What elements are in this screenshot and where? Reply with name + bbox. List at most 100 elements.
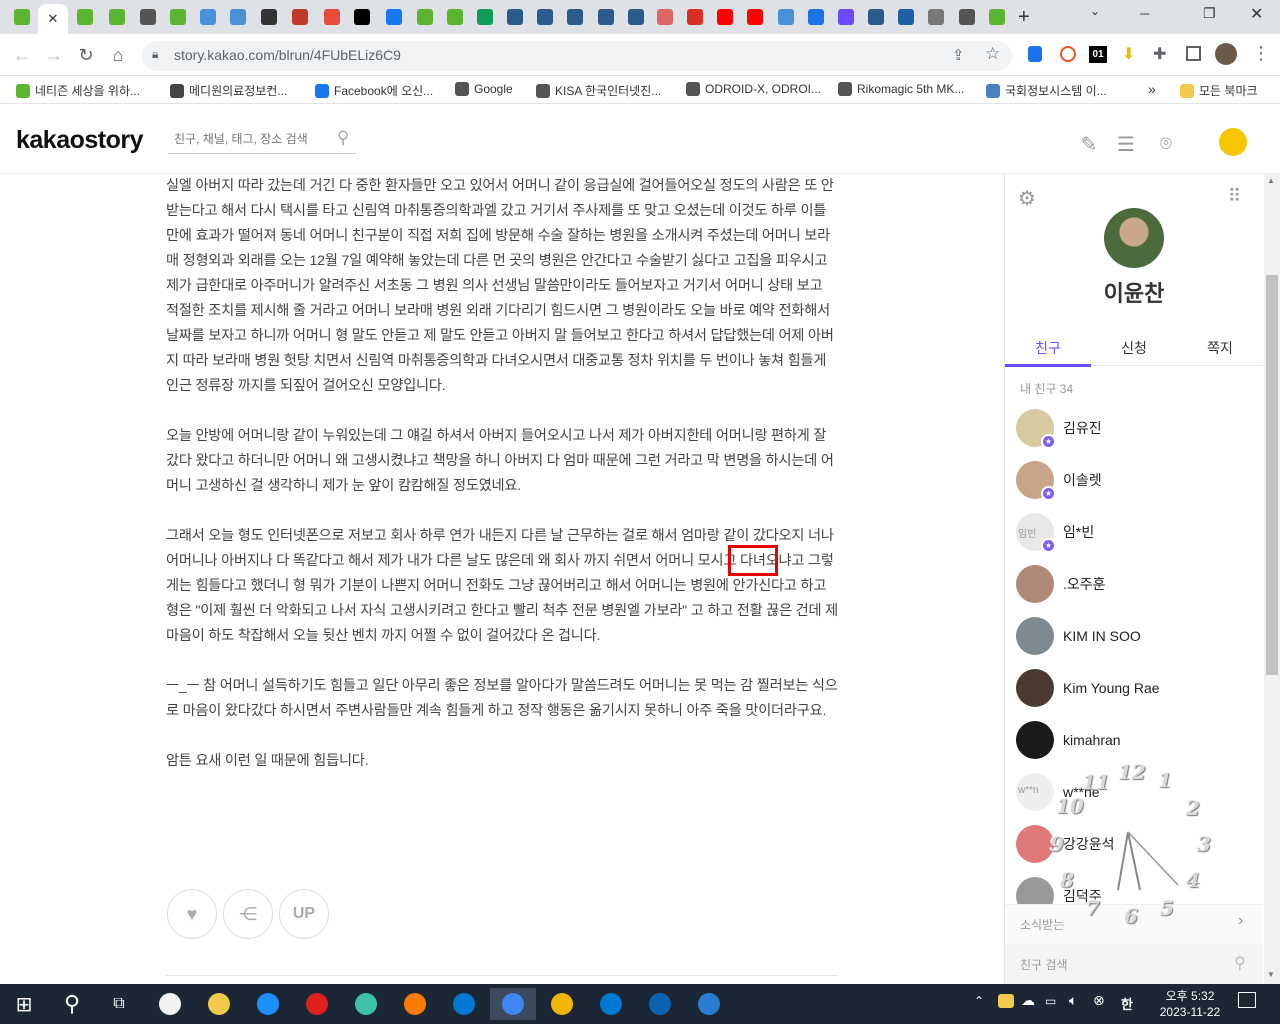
tab[interactable] — [473, 6, 497, 28]
tab[interactable] — [563, 6, 587, 28]
friend-list-item[interactable]: Kim Young Rae — [1016, 668, 1256, 708]
feed-list-icon[interactable]: ☰ — [1113, 131, 1139, 157]
tray-kakaotalk-icon[interactable] — [998, 994, 1014, 1008]
bookmark-item[interactable]: Rikomagic 5th MK... — [838, 82, 964, 96]
clock-time[interactable]: 오후 5:32 — [1150, 987, 1230, 1004]
tab[interactable] — [443, 6, 467, 28]
location-pin-icon[interactable]: ⌾ — [1153, 131, 1179, 157]
bookmark-item[interactable]: 모든 북마크 — [1180, 82, 1258, 99]
app-icon[interactable] — [350, 988, 382, 1020]
apps-grid-icon[interactable]: ⠿ — [1228, 186, 1241, 207]
tab[interactable] — [136, 6, 160, 28]
friend-list-item[interactable]: ★ 김유진 — [1016, 408, 1256, 449]
home-button[interactable]: ⌂ — [105, 42, 131, 68]
share-icon[interactable]: ⇪ — [952, 46, 965, 64]
tab[interactable] — [413, 6, 437, 28]
bookmark-item[interactable]: 메디원의료정보컨... — [170, 82, 287, 99]
tab[interactable] — [653, 6, 677, 28]
profile-name[interactable]: 이윤찬 — [1005, 276, 1263, 308]
firefox-icon[interactable] — [399, 988, 431, 1020]
tab[interactable] — [955, 6, 979, 28]
tab[interactable] — [320, 6, 344, 28]
tab[interactable] — [985, 6, 1009, 28]
bookmarks-overflow-icon[interactable]: » — [1148, 81, 1156, 97]
tab[interactable] — [594, 6, 618, 28]
tab[interactable] — [713, 6, 737, 28]
tab-search-icon[interactable]: ⌄ — [1090, 4, 1100, 18]
friend-list-item[interactable]: 임빈 ★ 임*빈 — [1016, 512, 1256, 553]
tab-active[interactable]: ✕ — [38, 4, 68, 34]
bookmark-item[interactable]: 네티즌 세상을 위하... — [16, 82, 140, 99]
tray-network-icon[interactable]: ▭ — [1045, 994, 1056, 1008]
search-input[interactable] — [168, 128, 328, 150]
bookmark-item[interactable]: Facebook에 오신... — [315, 82, 433, 99]
file-explorer-icon[interactable] — [546, 988, 578, 1020]
tab[interactable] — [166, 6, 190, 28]
lock-icon[interactable]: 🔒︎ — [152, 47, 158, 62]
ime-indicator[interactable]: 한 — [1121, 994, 1133, 1013]
notification-icon[interactable] — [1238, 992, 1256, 1008]
tray-volume-icon[interactable]: 🔈︎ — [1069, 992, 1077, 1009]
scroll-down-arrow[interactable]: ▼ — [1267, 970, 1275, 979]
tab[interactable] — [382, 6, 406, 28]
bookmark-star-icon[interactable]: ☆ — [985, 44, 1000, 64]
tab[interactable] — [834, 6, 858, 28]
scroll-up-arrow[interactable]: ▲ — [1267, 176, 1275, 185]
windows-start-icon[interactable]: ⊞ — [8, 988, 40, 1020]
tab[interactable] — [105, 6, 129, 28]
tab[interactable] — [196, 6, 220, 28]
clock-app-icon[interactable] — [154, 988, 186, 1020]
extension-orange-icon[interactable] — [1060, 46, 1076, 62]
close-window-button[interactable]: ✕ — [1250, 4, 1263, 24]
ie-icon[interactable] — [252, 988, 284, 1020]
tab[interactable] — [743, 6, 767, 28]
tab[interactable] — [503, 6, 527, 28]
bookmark-item[interactable]: 국회정보시스템 이... — [986, 82, 1107, 99]
tab[interactable] — [864, 6, 888, 28]
maximize-button[interactable]: ❐ — [1203, 5, 1216, 22]
side-panel-icon[interactable] — [1186, 46, 1201, 61]
kakao-profile-icon[interactable] — [1219, 128, 1247, 156]
tab[interactable] — [257, 6, 281, 28]
friend-search-input[interactable]: 친구 검색 — [1020, 956, 1068, 973]
search-icon[interactable]: ⚲ — [337, 128, 349, 148]
app-icon[interactable] — [203, 988, 235, 1020]
friend-list-item[interactable]: ★ 이솔렛 — [1016, 460, 1256, 501]
menu-icon[interactable]: ⋮ — [1252, 43, 1270, 64]
tab-requests[interactable]: 신청 — [1091, 338, 1177, 358]
reload-button[interactable]: ↻ — [73, 42, 99, 68]
bookmark-item[interactable]: Google — [455, 82, 513, 96]
bookmark-item[interactable]: ODROID-X, ODROI... — [686, 82, 821, 96]
taskbar-search-icon[interactable]: ⚲ — [56, 988, 88, 1020]
new-tab-button[interactable]: + — [1018, 6, 1030, 29]
clock-date[interactable]: 2023-11-22 — [1150, 1005, 1230, 1019]
search-box[interactable] — [168, 128, 356, 154]
extension-shield-icon[interactable] — [1028, 46, 1042, 62]
task-view-icon[interactable]: ⧉ — [103, 988, 135, 1020]
friend-list-item[interactable]: .오주훈 — [1016, 564, 1256, 604]
friend-list-item[interactable]: KIM IN SOO — [1016, 616, 1256, 656]
tab-messages[interactable]: 쪽지 — [1177, 338, 1263, 358]
store-icon[interactable] — [595, 988, 627, 1020]
scrollbar-thumb[interactable] — [1266, 275, 1278, 675]
opera-icon[interactable] — [301, 988, 333, 1020]
tab[interactable] — [288, 6, 312, 28]
url-text[interactable]: story.kakao.com/blrun/4FUbELiz6C9 — [174, 47, 401, 63]
tab-friends[interactable]: 친구 — [1005, 338, 1091, 358]
like-heart-button[interactable]: ♥ — [167, 889, 217, 939]
minimize-button[interactable]: ─ — [1140, 6, 1149, 21]
tab[interactable] — [774, 6, 798, 28]
tab[interactable] — [73, 6, 97, 28]
tab[interactable] — [924, 6, 948, 28]
friend-list-item[interactable]: kimahran — [1016, 720, 1256, 760]
tab[interactable] — [624, 6, 648, 28]
tab[interactable] — [804, 6, 828, 28]
tab[interactable] — [350, 6, 374, 28]
friend-search-icon[interactable]: ⚲ — [1234, 953, 1246, 973]
extension-download-icon[interactable]: ⬇ — [1122, 44, 1135, 64]
tab[interactable] — [894, 6, 918, 28]
tray-mute-icon[interactable]: ⊗ — [1093, 992, 1105, 1009]
tab[interactable] — [10, 6, 34, 28]
tab[interactable] — [226, 6, 250, 28]
up-button[interactable]: UP — [279, 889, 329, 939]
